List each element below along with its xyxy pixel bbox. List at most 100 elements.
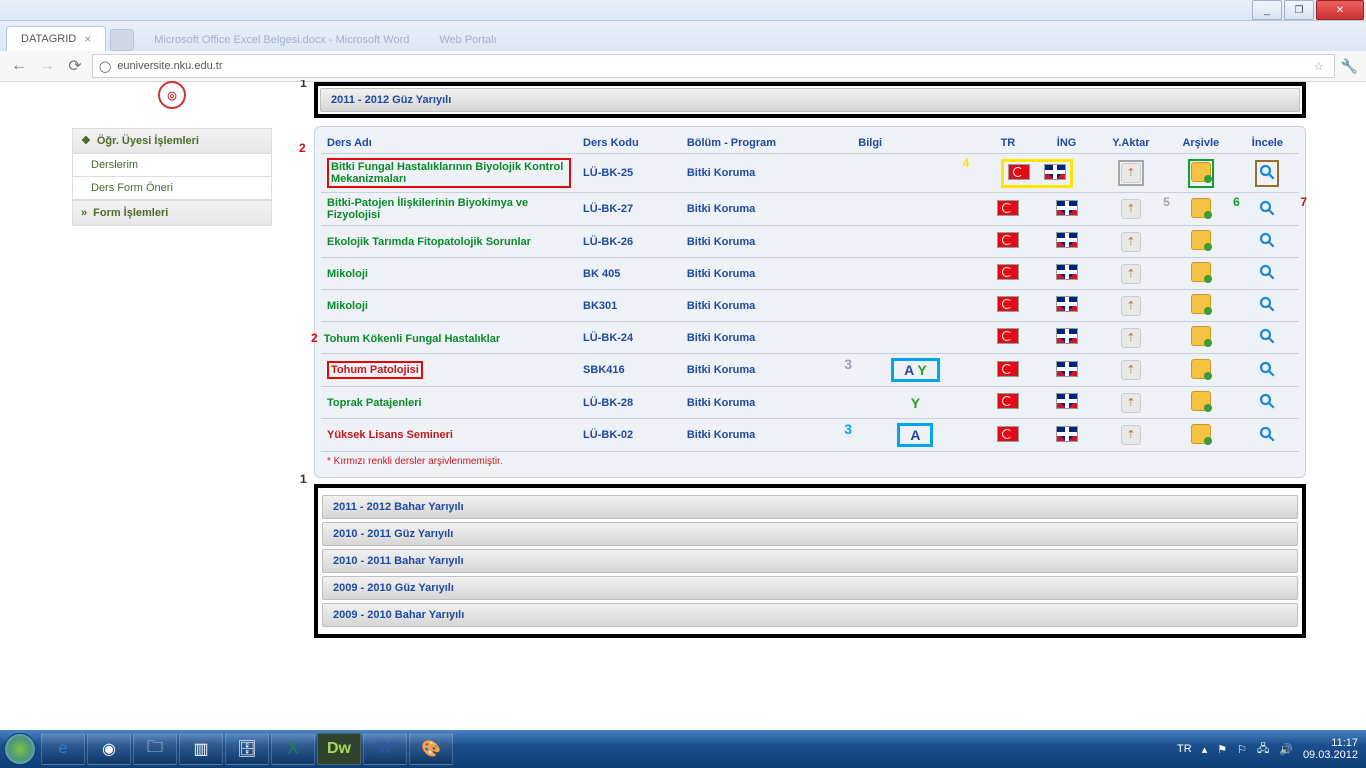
course-name-link[interactable]: Bitki-Patojen İlişkilerinin Biyokimya ve… [327, 197, 528, 221]
transfer-icon[interactable]: ⇡ [1121, 425, 1141, 445]
tray-up-icon[interactable]: ▴ [1202, 743, 1208, 756]
transfer-icon[interactable]: ⇡ [1121, 296, 1141, 316]
inspect-icon[interactable] [1258, 272, 1276, 284]
inspect-icon[interactable] [1258, 304, 1276, 316]
flag-tr-icon[interactable] [997, 232, 1019, 248]
flag-tr-icon[interactable] [997, 264, 1019, 280]
archive-icon[interactable] [1191, 262, 1211, 282]
window-minimize-button[interactable]: _ [1252, 0, 1282, 20]
tray-volume-icon[interactable]: 🔊 [1279, 743, 1293, 756]
course-name-link[interactable]: Bitki Fungal Hastalıklarının Biyolojik K… [327, 158, 571, 188]
flag-tr-icon[interactable] [997, 426, 1019, 442]
back-button[interactable]: ← [8, 55, 30, 77]
taskbar-app-word[interactable]: W [363, 733, 407, 765]
sidebar-item-derslerim[interactable]: Derslerim [72, 154, 272, 177]
archive-icon[interactable] [1191, 230, 1211, 250]
archive-icon[interactable] [1191, 391, 1211, 411]
sidebar-section-form-islemleri[interactable]: » Form İşlemleri [72, 200, 272, 226]
semester-header-collapsed[interactable]: 2011 - 2012 Bahar Yarıyılı [322, 495, 1298, 519]
course-name-link[interactable]: Mikoloji [327, 300, 368, 312]
flag-uk-icon[interactable] [1056, 264, 1078, 280]
transfer-icon[interactable]: ⇡ [1121, 393, 1141, 413]
archive-icon[interactable] [1191, 359, 1211, 379]
flag-uk-icon[interactable] [1056, 296, 1078, 312]
bookmark-star-icon[interactable]: ☆ [1314, 60, 1324, 73]
taskbar-app-ie[interactable]: e [41, 733, 85, 765]
archive-icon[interactable] [1191, 198, 1211, 218]
flag-tr-icon[interactable] [997, 328, 1019, 344]
reload-button[interactable]: ⟳ [64, 55, 86, 77]
archive-icon[interactable] [1191, 424, 1211, 444]
inspect-icon[interactable] [1258, 208, 1276, 220]
taskbar-app-dreamweaver[interactable]: Dw [317, 733, 361, 765]
taskbar-app-explorer[interactable]: 🗀 [133, 733, 177, 765]
flag-uk-icon[interactable] [1044, 164, 1066, 180]
semester-header-collapsed[interactable]: 2009 - 2010 Bahar Yarıyılı [322, 603, 1298, 627]
transfer-icon[interactable]: ⇡ [1121, 360, 1141, 380]
col-yaktar[interactable]: Y.Aktar [1096, 133, 1166, 154]
col-incele[interactable]: İncele [1236, 133, 1299, 154]
tab-close-icon[interactable]: × [84, 27, 91, 51]
course-name-link[interactable]: Yüksek Lisans Semineri [327, 429, 453, 441]
window-maximize-button[interactable]: ❐ [1284, 0, 1314, 20]
flag-uk-icon[interactable] [1056, 361, 1078, 377]
taskbar-app-excel[interactable]: X [271, 733, 315, 765]
flag-tr-icon[interactable] [997, 393, 1019, 409]
col-bilgi[interactable]: Bilgi [852, 133, 978, 154]
col-ing[interactable]: İNG [1037, 133, 1096, 154]
flag-tr-icon[interactable] [997, 200, 1019, 216]
inspect-icon[interactable] [1258, 369, 1276, 381]
address-bar[interactable]: ◯ euniversite.nku.edu.tr ☆ [92, 54, 1335, 78]
new-tab-button[interactable] [110, 29, 134, 51]
transfer-icon[interactable]: ⇡ [1121, 328, 1141, 348]
transfer-icon[interactable]: ⇡ [1121, 264, 1141, 284]
inspect-icon[interactable] [1258, 434, 1276, 446]
archive-icon[interactable] [1191, 326, 1211, 346]
tray-network-icon[interactable]: 🖧 [1257, 740, 1269, 759]
col-arsivle[interactable]: Arşivle [1166, 133, 1236, 154]
flag-tr-icon[interactable] [997, 296, 1019, 312]
sidebar-section-ogr-uyesi[interactable]: ❖ Öğr. Üyesi İşlemleri [72, 128, 272, 154]
course-name-link[interactable]: Tohum Kökenli Fungal Hastalıklar [324, 333, 500, 345]
taskbar-app-paint[interactable]: 🎨 [409, 733, 453, 765]
inspect-icon[interactable] [1258, 172, 1276, 184]
inspect-icon[interactable] [1258, 240, 1276, 252]
system-tray[interactable]: TR ▴ ⚑ ⚐ 🖧 🔊 11:17 09.03.2012 [1169, 737, 1366, 761]
tray-flag-icon[interactable]: ⚑ [1217, 743, 1227, 756]
settings-wrench-icon[interactable]: 🔧 [1341, 58, 1358, 75]
semester-header-collapsed[interactable]: 2009 - 2010 Güz Yarıyılı [322, 576, 1298, 600]
inspect-icon[interactable] [1258, 401, 1276, 413]
col-ders-kodu[interactable]: Ders Kodu [577, 133, 681, 154]
start-button[interactable] [0, 730, 40, 768]
inspect-icon[interactable] [1258, 336, 1276, 348]
course-name-link[interactable]: Mikoloji [327, 268, 368, 280]
taskbar-app-chrome[interactable]: ◉ [87, 733, 131, 765]
tray-clock[interactable]: 11:17 09.03.2012 [1303, 737, 1358, 761]
flag-tr-icon[interactable] [1008, 164, 1030, 180]
window-close-button[interactable]: ✕ [1316, 0, 1364, 20]
forward-button[interactable]: → [36, 55, 58, 77]
browser-tab-active[interactable]: DATAGRID × [6, 26, 106, 51]
transfer-icon[interactable]: ⇡ [1121, 232, 1141, 252]
taskbar-app-generic[interactable]: ▥ [179, 733, 223, 765]
archive-icon[interactable] [1191, 294, 1211, 314]
tray-language[interactable]: TR [1177, 743, 1192, 755]
course-name-link[interactable]: Toprak Patajenleri [327, 397, 422, 409]
course-name-link[interactable]: Ekolojik Tarımda Fitopatolojik Sorunlar [327, 236, 531, 248]
col-bolum-program[interactable]: Bölüm - Program [681, 133, 852, 154]
taskbar-app-db[interactable]: 🗄 [225, 733, 269, 765]
flag-uk-icon[interactable] [1056, 393, 1078, 409]
semester-header-collapsed[interactable]: 2010 - 2011 Güz Yarıyılı [322, 522, 1298, 546]
sidebar-item-ders-form-oneri[interactable]: Ders Form Öneri [72, 177, 272, 200]
flag-uk-icon[interactable] [1056, 426, 1078, 442]
transfer-icon[interactable]: ⇡ [1121, 163, 1141, 183]
flag-uk-icon[interactable] [1056, 328, 1078, 344]
semester-header-open[interactable]: 2011 - 2012 Güz Yarıyılı [320, 88, 1300, 112]
course-name-link[interactable]: Tohum Patolojisi [327, 361, 423, 379]
flag-uk-icon[interactable] [1056, 200, 1078, 216]
col-tr[interactable]: TR [979, 133, 1038, 154]
semester-header-collapsed[interactable]: 2010 - 2011 Bahar Yarıyılı [322, 549, 1298, 573]
archive-icon[interactable] [1191, 162, 1211, 182]
transfer-icon[interactable]: ⇡ [1121, 199, 1141, 219]
flag-uk-icon[interactable] [1056, 232, 1078, 248]
